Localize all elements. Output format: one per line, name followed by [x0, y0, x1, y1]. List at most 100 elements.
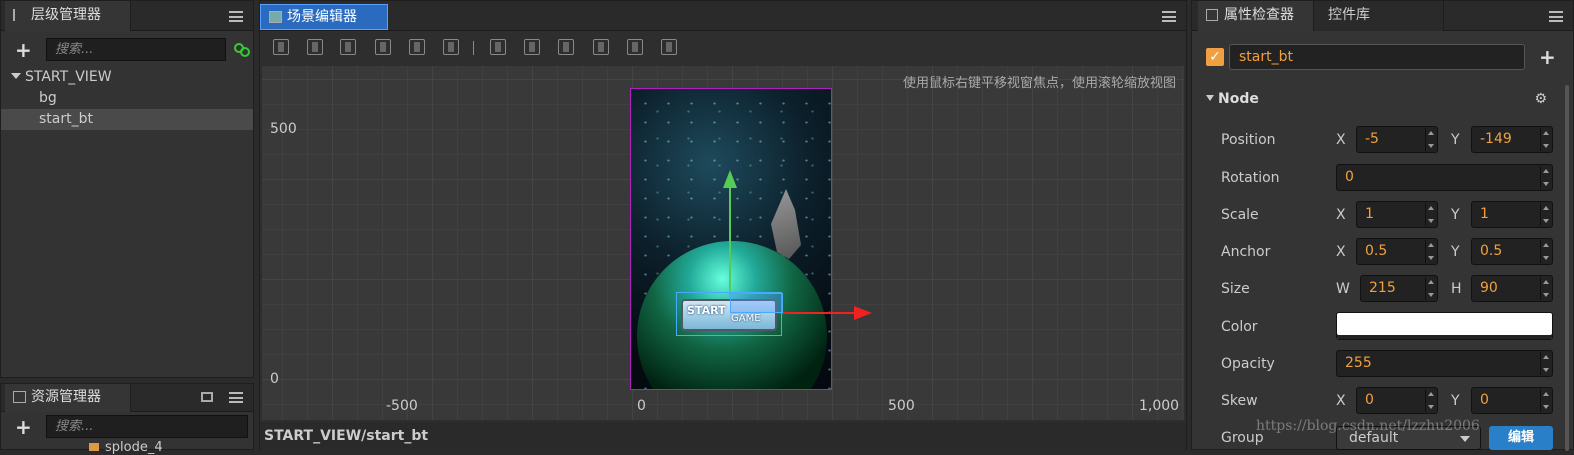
tab-widgets-label: 控件库 — [1328, 7, 1370, 23]
color-swatch[interactable] — [1336, 312, 1553, 340]
tab-widgets[interactable]: 控件库 — [1314, 1, 1444, 31]
align-right-icon[interactable] — [443, 39, 459, 55]
x-axis-label-0: 0 — [637, 398, 646, 414]
value: -149 — [1480, 131, 1512, 147]
tab-hierarchy-label: 层级管理器 — [31, 7, 101, 23]
collapse-arrow-icon — [1206, 95, 1214, 101]
align-top-icon[interactable] — [273, 39, 289, 55]
skew-label: Skew — [1221, 393, 1258, 409]
hierarchy-search-input[interactable]: 搜索... — [46, 38, 226, 61]
skew-x-label: X — [1336, 393, 1346, 409]
anchor-y-input[interactable]: 0.5 — [1471, 238, 1553, 265]
stepper-icon[interactable] — [1540, 166, 1551, 189]
assets-panel: 资源管理器 + 搜索... splode_4 — [0, 383, 254, 455]
design-canvas[interactable] — [630, 88, 832, 390]
node-name-field[interactable]: start_bt — [1229, 44, 1525, 70]
tree-item-root[interactable]: START_VIEW — [1, 67, 253, 88]
position-y-input[interactable]: -149 — [1471, 126, 1553, 153]
align-hcenter-icon[interactable] — [409, 39, 425, 55]
start-button-node[interactable]: START GAME — [676, 292, 783, 336]
distribute-bottom-icon[interactable] — [558, 39, 574, 55]
node-active-checkbox[interactable]: ✓ — [1206, 48, 1224, 66]
stepper-icon[interactable] — [1425, 240, 1436, 263]
skew-y-input[interactable]: 0 — [1471, 387, 1553, 414]
anchor-x-label: X — [1336, 244, 1346, 260]
inspector-menu-icon[interactable] — [1549, 11, 1563, 22]
anchor-x-input[interactable]: 0.5 — [1356, 238, 1438, 265]
scale-y-input[interactable]: 1 — [1471, 201, 1553, 228]
distribute-top-icon[interactable] — [490, 39, 506, 55]
popout-icon[interactable] — [201, 392, 213, 402]
hierarchy-panel: 层级管理器 + 搜索... START_VIEW bg start_bt — [0, 0, 254, 378]
tab-inspector[interactable]: 属性检查器 — [1198, 1, 1314, 31]
assets-search-input[interactable]: 搜索... — [46, 415, 248, 438]
distribute-left-icon[interactable] — [593, 39, 609, 55]
stepper-icon[interactable] — [1425, 277, 1436, 300]
distribute-right-icon[interactable] — [661, 39, 677, 55]
tab-scene[interactable]: 场景编辑器 — [260, 4, 388, 30]
value: -5 — [1365, 131, 1379, 147]
add-node-icon[interactable]: + — [15, 40, 32, 60]
size-w-label: W — [1336, 281, 1350, 297]
stepper-icon[interactable] — [1540, 128, 1551, 151]
value: 215 — [1369, 280, 1396, 296]
stepper-icon[interactable] — [1425, 389, 1436, 412]
x-axis-label-500: 500 — [888, 398, 915, 414]
scene-hint: 使用鼠标右键平移视窗焦点，使用滚轮缩放视图 — [902, 76, 1176, 91]
assets-menu-icon[interactable] — [229, 392, 243, 403]
edit-group-button[interactable]: 编辑 — [1489, 426, 1553, 450]
size-h-input[interactable]: 90 — [1471, 275, 1553, 302]
distribute-hcenter-icon[interactable] — [627, 39, 643, 55]
tab-hierarchy[interactable]: 层级管理器 — [5, 1, 131, 31]
align-vcenter-icon[interactable] — [307, 39, 323, 55]
inspector-icon — [1206, 9, 1218, 21]
asset-item-partial[interactable]: splode_4 — [83, 440, 163, 455]
align-bottom-icon[interactable] — [340, 39, 356, 55]
value: 255 — [1345, 355, 1372, 371]
tab-inspector-label: 属性检查器 — [1224, 7, 1294, 23]
skew-x-input[interactable]: 0 — [1356, 387, 1438, 414]
scene-breadcrumb: START_VIEW/start_bt — [264, 428, 429, 444]
tab-scene-label: 场景编辑器 — [287, 9, 357, 25]
tree-item-start-bt[interactable]: start_bt — [1, 109, 253, 130]
tree-item-bg[interactable]: bg — [1, 88, 253, 109]
hierarchy-menu-icon[interactable] — [229, 11, 243, 22]
scale-x-input[interactable]: 1 — [1356, 201, 1438, 228]
settings-gear-icon[interactable]: ⚙ — [1534, 91, 1547, 107]
expand-arrow-icon[interactable] — [11, 73, 21, 79]
watermark: https://blog.csdn.net/lzzhu2006 — [1256, 418, 1480, 434]
x-axis-label-1000: 1,000 — [1139, 398, 1180, 414]
stepper-icon[interactable] — [1540, 240, 1551, 263]
add-asset-icon[interactable]: + — [15, 417, 32, 437]
scene-viewport[interactable]: 使用鼠标右键平移视窗焦点，使用滚轮缩放视图 500 0 -500 0 500 1… — [262, 66, 1184, 420]
gizmo-y-axis[interactable] — [729, 188, 731, 304]
dropdown-arrow-icon — [1460, 436, 1470, 442]
position-x-input[interactable]: -5 — [1356, 126, 1438, 153]
gizmo-y-arrow-icon[interactable] — [723, 170, 737, 188]
value: 90 — [1480, 280, 1498, 296]
stepper-icon[interactable] — [1540, 389, 1551, 412]
link-icon[interactable] — [233, 41, 251, 59]
tab-assets-label: 资源管理器 — [31, 389, 101, 405]
scrollbar-track[interactable] — [1565, 85, 1569, 451]
align-left-icon[interactable] — [375, 39, 391, 55]
stepper-icon[interactable] — [1425, 203, 1436, 226]
opacity-input[interactable]: 255 — [1336, 350, 1553, 377]
scene-menu-icon[interactable] — [1162, 11, 1176, 22]
asset-item-label: splode_4 — [105, 440, 163, 455]
distribute-vcenter-icon[interactable] — [524, 39, 540, 55]
stepper-icon[interactable] — [1425, 128, 1436, 151]
add-component-icon[interactable]: + — [1539, 47, 1556, 67]
size-w-input[interactable]: 215 — [1360, 275, 1438, 302]
stepper-icon[interactable] — [1540, 277, 1551, 300]
gizmo-x-arrow-icon[interactable] — [854, 306, 872, 320]
value: 1 — [1480, 206, 1489, 222]
size-label: Size — [1221, 281, 1250, 297]
stepper-icon[interactable] — [1540, 352, 1551, 375]
toolbar-divider — [473, 41, 474, 55]
node-section-header[interactable]: Node ⚙ — [1206, 91, 1559, 111]
gizmo-center-handle[interactable] — [730, 293, 783, 313]
tab-assets[interactable]: 资源管理器 — [5, 384, 131, 412]
rotation-input[interactable]: 0 — [1336, 164, 1553, 191]
stepper-icon[interactable] — [1540, 203, 1551, 226]
